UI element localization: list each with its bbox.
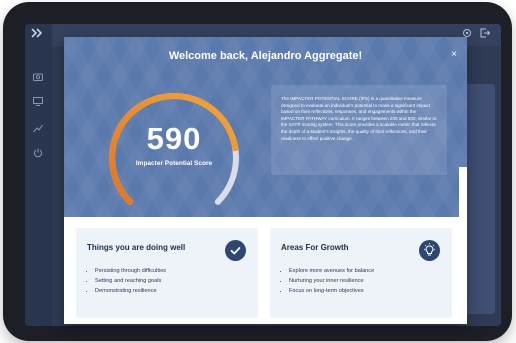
- camera-icon[interactable]: [31, 71, 45, 85]
- score-value: 590: [146, 121, 202, 156]
- score-description-box: The IMPACTER POTENTIAL SCORE (IPS) is a …: [271, 85, 447, 175]
- expand-icon[interactable]: [31, 28, 45, 42]
- modal-header: Welcome back, Alejandro Aggregate! × 590…: [64, 37, 467, 217]
- close-icon[interactable]: ×: [451, 50, 457, 60]
- doing-well-list: Persisting through difficulties Setting …: [87, 266, 166, 297]
- check-icon: [225, 240, 246, 261]
- doing-well-card: Things you are doing well Persisting thr…: [76, 228, 258, 318]
- list-item: Explore more avenues for balance: [289, 266, 374, 276]
- score-label: Impacter Potential Score: [135, 160, 213, 167]
- sidebar: [25, 24, 52, 326]
- growth-list: Explore more avenues for balance Nurturi…: [281, 266, 374, 297]
- chart-icon[interactable]: [31, 123, 45, 137]
- growth-title: Areas For Growth: [281, 243, 349, 252]
- list-item: Focus on long-term objectives: [289, 286, 374, 296]
- growth-card: Areas For Growth Explore more avenues fo…: [270, 228, 452, 318]
- modal-title: Welcome back, Alejandro Aggregate!: [168, 50, 363, 62]
- monitor-icon[interactable]: [31, 96, 45, 110]
- logout-icon[interactable]: [479, 28, 491, 40]
- lightbulb-icon: [419, 240, 440, 261]
- list-item: Demonstrating resilience: [95, 286, 166, 296]
- scroll-strip: [459, 167, 467, 217]
- list-item: Persisting through difficulties: [95, 266, 166, 276]
- list-item: Nurturing your inner resilience: [289, 276, 374, 286]
- score-description: The IMPACTER POTENTIAL SCORE (IPS) is a …: [281, 96, 437, 141]
- list-item: Setting and reaching goals: [95, 276, 166, 286]
- power-icon[interactable]: [31, 148, 45, 162]
- welcome-modal: Welcome back, Alejandro Aggregate! × 590…: [64, 37, 467, 324]
- doing-well-title: Things you are doing well: [87, 243, 186, 252]
